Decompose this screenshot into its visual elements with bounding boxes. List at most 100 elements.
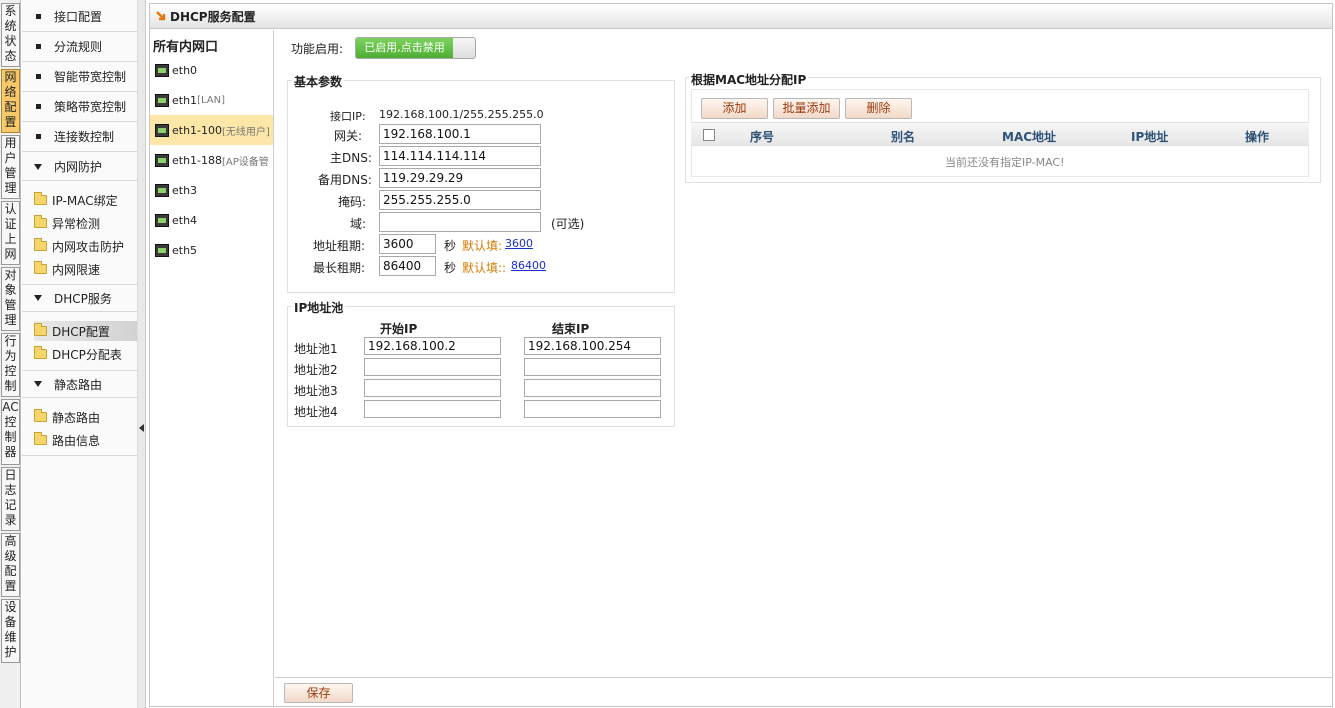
sidebar-sub-lan-rate-limit[interactable]: 内网限速: [34, 259, 137, 279]
mask-input[interactable]: [379, 190, 541, 210]
function-toggle[interactable]: 已启用,点击禁用: [355, 37, 476, 59]
vtab-auth-access[interactable]: 认证上网: [1, 201, 20, 265]
sidebar-collapse-bar[interactable]: [137, 0, 146, 708]
vtab-system-status[interactable]: 系统状态: [1, 3, 20, 67]
pool-4-end-input[interactable]: [524, 400, 661, 418]
pool-3-end-input[interactable]: [524, 379, 661, 397]
bullet-icon: [36, 14, 41, 19]
add-button[interactable]: 添加: [701, 98, 768, 119]
sidebar-item-policy-bandwidth[interactable]: 策略带宽控制: [22, 92, 137, 122]
vtab-device-maintenance[interactable]: 设备维护: [1, 599, 20, 663]
column-index: 序号: [750, 130, 775, 144]
primary-dns-input[interactable]: [379, 146, 541, 166]
dhcp-config-content: 功能启用: 已启用,点击禁用 基本参数 接口IP: 192.168.100.1/…: [275, 30, 1332, 676]
vtab-log-records[interactable]: 日志记录: [1, 467, 20, 531]
sidebar-group-static-route[interactable]: 静态路由: [22, 370, 137, 398]
page-title: DHCP服务配置: [170, 9, 256, 24]
lease-default-label: 默认填:: [462, 239, 503, 253]
collapse-left-icon[interactable]: [139, 424, 144, 432]
select-all-checkbox[interactable]: [703, 129, 715, 141]
interface-list-header: 所有内网口: [153, 40, 219, 55]
bullet-icon: [36, 134, 41, 139]
pool-1-start-input[interactable]: [364, 337, 501, 355]
max-lease-input[interactable]: [379, 256, 436, 276]
interface-item-eth1-188[interactable]: eth1-188 [AP设备管: [150, 145, 273, 175]
gateway-input[interactable]: [379, 124, 541, 144]
domain-optional-hint: (可选): [551, 217, 585, 231]
vtab-object-management[interactable]: 对象管理: [1, 267, 20, 331]
sidebar-sub-label: IP-MAC绑定: [52, 193, 118, 208]
function-enable-label: 功能启用:: [291, 42, 344, 56]
interface-suffix: [AP设备管: [222, 156, 269, 168]
sidebar-sub-lan-attack-protection[interactable]: 内网攻击防护: [34, 236, 137, 256]
pool-2-start-input[interactable]: [364, 358, 501, 376]
triangle-down-icon: [34, 295, 42, 301]
primary-dns-label: 主DNS:: [330, 151, 372, 165]
sidebar-item-connection-control[interactable]: 连接数控制: [22, 122, 137, 152]
domain-input[interactable]: [379, 212, 541, 232]
sidebar-sub-route-info[interactable]: 路由信息: [34, 430, 137, 450]
bullet-icon: [36, 104, 41, 109]
interface-name: eth4: [172, 213, 198, 227]
interface-item-eth1-100[interactable]: eth1-100 [无线用户]: [150, 115, 273, 145]
sidebar-sub-label: 内网限速: [52, 262, 101, 277]
sidebar-group-dhcp-service[interactable]: DHCP服务: [22, 284, 137, 312]
sidebar-sub-dhcp-allocation-table[interactable]: DHCP分配表: [34, 344, 137, 364]
end-ip-header: 结束IP: [552, 322, 590, 336]
sidebar-item-smart-bandwidth[interactable]: 智能带宽控制: [22, 62, 137, 92]
sidebar-item-interface-config[interactable]: 接口配置: [22, 2, 137, 32]
interface-name: eth5: [172, 243, 198, 257]
vtab-network-config[interactable]: 网络配置: [1, 69, 20, 133]
folder-icon: [34, 323, 47, 336]
sidebar-sub-ip-mac-binding[interactable]: IP-MAC绑定: [34, 190, 137, 210]
pool-1-end-input[interactable]: [524, 337, 661, 355]
sidebar-sub-static-route[interactable]: 静态路由: [34, 407, 137, 427]
sidebar-item-traffic-rules[interactable]: 分流规则: [22, 32, 137, 62]
vtab-advanced-config[interactable]: 高级配置: [1, 533, 20, 597]
delete-button[interactable]: 删除: [845, 98, 912, 119]
folder-icon: [34, 192, 47, 205]
lease-time-input[interactable]: [379, 234, 436, 254]
sidebar-group-lan-protection[interactable]: 内网防护: [22, 153, 137, 181]
pool-row-label: 地址池2: [294, 363, 338, 377]
sidebar-group-label: DHCP服务: [54, 291, 112, 306]
interface-item-eth3[interactable]: eth3: [150, 175, 273, 205]
interface-name: eth1: [172, 93, 198, 107]
interface-item-eth5[interactable]: eth5: [150, 235, 273, 265]
sidebar-sub-anomaly-detection[interactable]: 异常检测: [34, 213, 137, 233]
max-lease-default-label: 默认填::: [462, 261, 507, 275]
vtab-behavior-control[interactable]: 行为控制: [1, 333, 20, 397]
folder-icon: [34, 261, 47, 274]
mac-table-empty: 当前还没有指定IP-MAC!: [945, 156, 1065, 169]
pool-3-start-input[interactable]: [364, 379, 501, 397]
mac-table-header: 序号 别名 MAC地址 IP地址 操作: [691, 122, 1309, 146]
column-actions: 操作: [1245, 130, 1270, 144]
pool-row-label: 地址池1: [294, 342, 338, 356]
network-port-icon: [155, 123, 169, 137]
batch-add-button[interactable]: 批量添加: [773, 98, 840, 119]
pool-2-end-input[interactable]: [524, 358, 661, 376]
sidebar-group-label: 内网防护: [54, 160, 103, 174]
max-lease-default-link[interactable]: 86400: [511, 259, 546, 272]
interface-name: eth3: [172, 183, 198, 197]
sidebar-item-label: 分流规则: [54, 40, 103, 54]
secondary-dns-input[interactable]: [379, 168, 541, 188]
pool-row-label: 地址池3: [294, 384, 338, 398]
sidebar-divider: [22, 455, 137, 456]
save-button[interactable]: 保存: [284, 683, 353, 703]
lease-time-unit: 秒: [444, 239, 457, 253]
mac-allocation-box: 根据MAC地址分配IP 添加 批量添加 删除 序号 别名 MAC地址 IP地址 …: [685, 71, 1321, 183]
column-alias: 别名: [891, 130, 916, 144]
pool-4-start-input[interactable]: [364, 400, 501, 418]
toggle-on-state: 已启用,点击禁用: [356, 38, 453, 58]
vtab-user-management[interactable]: 用户管理: [1, 135, 20, 199]
sidebar-sub-dhcp-config[interactable]: DHCP配置: [34, 321, 137, 341]
vtab-ac-controller[interactable]: AC控制器: [1, 399, 20, 465]
interface-item-eth1[interactable]: eth1 [LAN]: [150, 85, 273, 115]
lease-default-link[interactable]: 3600: [505, 237, 533, 250]
interface-item-eth0[interactable]: eth0: [150, 55, 273, 85]
domain-label: 域:: [350, 217, 367, 231]
interface-item-eth4[interactable]: eth4: [150, 205, 273, 235]
sidebar-sub-label: 静态路由: [52, 410, 101, 425]
interface-suffix: [LAN]: [197, 94, 225, 106]
